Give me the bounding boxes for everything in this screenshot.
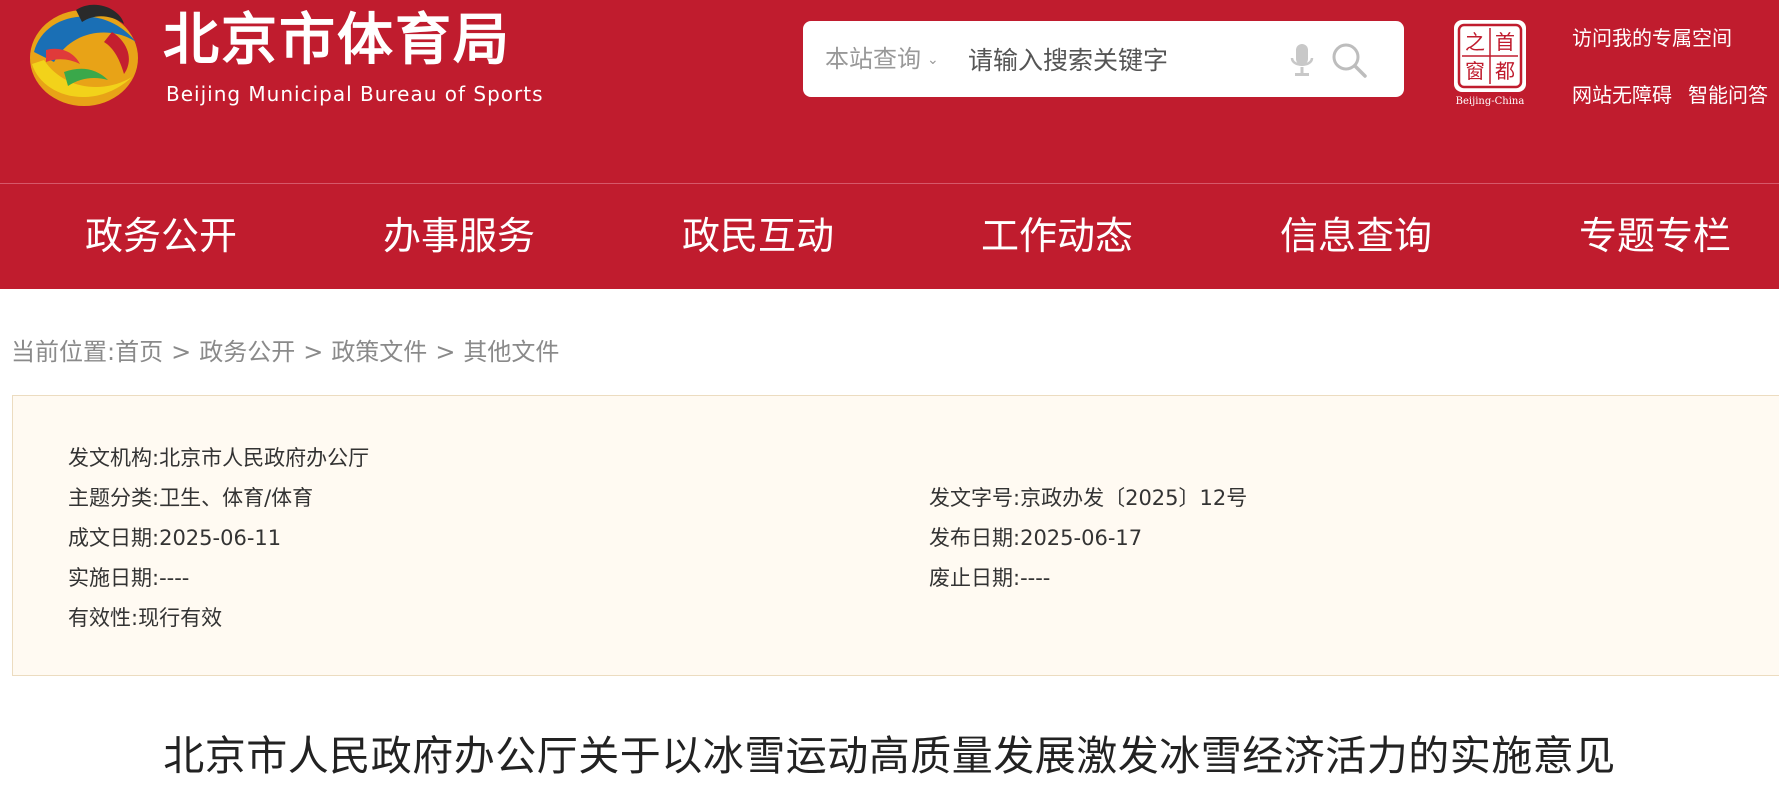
search-bar: 本站查询 ⌄: [803, 21, 1404, 97]
breadcrumb-home[interactable]: 首页: [115, 338, 163, 366]
breadcrumb-policy-documents[interactable]: 政策文件: [331, 338, 427, 366]
info-written-date: 成文日期:2025-06-11: [68, 522, 281, 552]
info-value: ----: [1020, 566, 1051, 590]
nav-item-info-query[interactable]: 信息查询: [1211, 184, 1501, 289]
info-label: 发文机构:: [68, 446, 160, 470]
breadcrumb-separator: >: [435, 338, 456, 366]
badge-char: 之: [1465, 30, 1485, 54]
nav-item-special-topics[interactable]: 专题专栏: [1510, 184, 1779, 289]
info-publish-date: 发布日期:2025-06-17: [929, 522, 1142, 552]
info-topic: 主题分类:卫生、体育/体育: [68, 482, 313, 512]
nav-item-government-affairs[interactable]: 政务公开: [16, 184, 306, 289]
info-label: 有效性:: [68, 606, 139, 630]
document-title: 北京市人民政府办公厅关于以冰雪运动高质量发展激发冰雪经济活力的实施意见: [163, 732, 1616, 780]
info-validity: 有效性:现行有效: [68, 602, 222, 632]
info-value: 现行有效: [138, 606, 223, 630]
breadcrumb: 当前位置:首页 > 政务公开 > 政策文件 > 其他文件: [11, 332, 559, 367]
capital-window-badge[interactable]: 之 首 窗 都 Beijing-China: [1448, 18, 1532, 108]
info-label: 实施日期:: [68, 566, 160, 590]
badge-char: 都: [1495, 59, 1515, 83]
info-label: 发布日期:: [929, 526, 1021, 550]
accessibility-link[interactable]: 网站无障碍: [1572, 79, 1672, 108]
logo-title-cn[interactable]: 北京市体育局: [163, 6, 511, 76]
info-label: 废止日期:: [929, 566, 1021, 590]
badge-char: 首: [1495, 30, 1515, 54]
document-info-panel: 发文机构:北京市人民政府办公厅 主题分类:卫生、体育/体育 发文字号:京政办发〔…: [12, 395, 1779, 676]
info-value: 2025-06-17: [1020, 526, 1143, 550]
info-value: ----: [159, 566, 190, 590]
breadcrumb-separator: >: [303, 338, 324, 366]
main-nav: 政务公开 办事服务 政民互动 工作动态 信息查询 专题专栏: [0, 184, 1779, 289]
breadcrumb-government-affairs[interactable]: 政务公开: [199, 338, 295, 366]
nav-item-interaction[interactable]: 政民互动: [613, 184, 903, 289]
search-scope-dropdown[interactable]: 本站查询 ⌄: [825, 21, 939, 97]
info-label: 成文日期:: [68, 526, 160, 550]
search-icon[interactable]: [1330, 41, 1368, 79]
bureau-logo-icon[interactable]: [24, 2, 142, 110]
info-value: 2025-06-11: [159, 526, 282, 550]
info-issuer: 发文机构:北京市人民政府办公厅: [68, 442, 369, 472]
nav-item-services[interactable]: 办事服务: [314, 184, 604, 289]
info-doc-number: 发文字号:京政办发〔2025〕12号: [929, 482, 1247, 512]
info-value: 卫生、体育/体育: [159, 486, 314, 510]
info-repeal-date: 废止日期:----: [929, 562, 1050, 592]
badge-caption: Beijing-China: [1456, 96, 1525, 107]
smart-qa-link[interactable]: 智能问答: [1688, 79, 1768, 108]
chevron-down-icon: ⌄: [927, 52, 939, 68]
breadcrumb-prefix: 当前位置:: [11, 338, 116, 366]
breadcrumb-separator: >: [171, 338, 192, 366]
nav-item-work-news[interactable]: 工作动态: [912, 184, 1202, 289]
info-label: 主题分类:: [68, 486, 160, 510]
microphone-icon[interactable]: [1289, 43, 1315, 77]
personal-space-link[interactable]: 访问我的专属空间: [1572, 22, 1732, 51]
badge-char: 窗: [1465, 59, 1485, 83]
info-value: 京政办发〔2025〕12号: [1020, 486, 1248, 510]
logo-title-en: Beijing Municipal Bureau of Sports: [166, 82, 544, 106]
info-label: 发文字号:: [929, 486, 1021, 510]
info-value: 北京市人民政府办公厅: [159, 446, 370, 470]
search-input[interactable]: [966, 39, 1260, 81]
search-scope-label: 本站查询: [825, 45, 921, 73]
breadcrumb-other-documents[interactable]: 其他文件: [463, 338, 559, 366]
info-effective-date: 实施日期:----: [68, 562, 189, 592]
